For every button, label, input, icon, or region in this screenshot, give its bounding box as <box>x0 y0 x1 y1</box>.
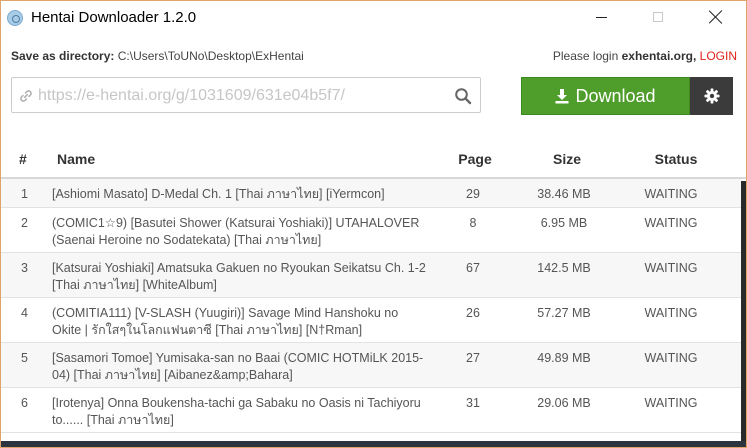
download-icon <box>555 89 569 104</box>
table-body[interactable]: 1 [Ashiomi Masato] D-Medal Ch. 1 [Thai ภ… <box>1 179 746 441</box>
row-status: WAITING <box>644 216 698 230</box>
row-size: 6.95 MB <box>540 216 588 230</box>
row-pages: 8 <box>469 216 477 230</box>
close-button[interactable] <box>693 1 739 33</box>
save-directory-path[interactable]: C:\Users\ToUNo\Desktop\ExHentai <box>118 49 304 63</box>
row-name: (COMIC1☆9) [Basutei Shower (Katsurai Yos… <box>52 216 420 247</box>
table-row[interactable]: 1 [Ashiomi Masato] D-Medal Ch. 1 [Thai ภ… <box>1 179 741 208</box>
login-prompt: Please login exhentai.org, LOGIN <box>553 49 737 63</box>
row-size: 57.27 MB <box>537 306 591 320</box>
column-header-num[interactable]: # <box>19 151 27 167</box>
row-status: WAITING <box>644 396 698 410</box>
window-title: Hentai Downloader 1.2.0 <box>31 9 197 26</box>
table-row[interactable]: 6 [Irotenya] Onna Boukensha-tachi ga Sab… <box>1 388 741 433</box>
row-size: 49.89 MB <box>537 351 591 365</box>
settings-button[interactable] <box>690 77 733 115</box>
row-pages: 31 <box>466 396 480 410</box>
maximize-button[interactable] <box>635 1 681 33</box>
row-number: 4 <box>21 306 28 320</box>
row-size: 38.46 MB <box>537 187 591 201</box>
row-pages: 27 <box>466 351 480 365</box>
table-row[interactable]: 4 (COMITIA111) [V-SLASH (Yuugiri)] Savag… <box>1 298 741 343</box>
search-icon[interactable] <box>454 87 472 105</box>
close-icon <box>709 10 723 24</box>
row-pages: 26 <box>466 306 480 320</box>
row-name: [Katsurai Yoshiaki] Amatsuka Gakuen no R… <box>52 261 426 292</box>
url-field[interactable] <box>11 77 481 113</box>
row-size: 142.5 MB <box>537 261 591 275</box>
app-window: Hentai Downloader 1.2.0 Save as director… <box>0 0 747 448</box>
row-name: [Ashiomi Masato] D-Medal Ch. 1 [Thai ภาษ… <box>52 187 385 201</box>
column-header-status[interactable]: Status <box>655 151 698 167</box>
table-row[interactable]: 2 (COMIC1☆9) [Basutei Shower (Katsurai Y… <box>1 208 741 253</box>
row-number: 6 <box>21 396 28 410</box>
minimize-icon <box>595 16 607 18</box>
table-row[interactable]: 3 [Katsurai Yoshiaki] Amatsuka Gakuen no… <box>1 253 741 298</box>
bottom-edge <box>1 441 746 447</box>
row-name: (COMITIA111) [V-SLASH (Yuugiri)] Savage … <box>52 306 399 337</box>
row-number: 3 <box>21 261 28 275</box>
row-status: WAITING <box>644 187 698 201</box>
gear-icon <box>704 88 719 104</box>
row-name: [Irotenya] Onna Boukensha-tachi ga Sabak… <box>52 396 421 427</box>
login-site: exhentai.org, <box>621 49 697 63</box>
login-link[interactable]: LOGIN <box>700 49 737 63</box>
row-number: 5 <box>21 351 28 365</box>
row-status: WAITING <box>644 306 698 320</box>
column-header-name[interactable]: Name <box>57 151 95 167</box>
link-icon <box>20 90 32 102</box>
url-input[interactable] <box>36 83 450 109</box>
row-pages: 67 <box>466 261 480 275</box>
row-size: 29.06 MB <box>537 396 591 410</box>
row-status: WAITING <box>644 261 698 275</box>
gallery-table: # Name Page Size Status 1 [Ashiomi Masat… <box>1 139 746 433</box>
table-row[interactable]: 5 [Sasamori Tomoe] Yumisaka-san no Baai … <box>1 343 741 388</box>
table-header: # Name Page Size Status <box>1 139 746 179</box>
title-bar[interactable]: Hentai Downloader 1.2.0 <box>1 1 746 35</box>
save-directory: Save as directory: C:\Users\ToUNo\Deskto… <box>11 49 304 63</box>
download-button[interactable]: Download <box>521 77 690 115</box>
row-number: 2 <box>21 216 28 230</box>
save-directory-label: Save as directory: <box>11 49 115 63</box>
row-pages: 29 <box>466 187 480 201</box>
maximize-icon <box>653 12 663 22</box>
row-status: WAITING <box>644 351 698 365</box>
minimize-button[interactable] <box>578 1 624 33</box>
table-scrollbar[interactable] <box>741 181 746 443</box>
login-prefix: Please login <box>552 49 619 63</box>
column-header-size[interactable]: Size <box>553 151 581 167</box>
row-number: 1 <box>21 187 28 201</box>
row-name: [Sasamori Tomoe] Yumisaka-san no Baai (C… <box>52 351 424 382</box>
download-label: Download <box>575 85 656 106</box>
app-logo-icon <box>7 10 23 26</box>
column-header-page[interactable]: Page <box>458 151 491 167</box>
